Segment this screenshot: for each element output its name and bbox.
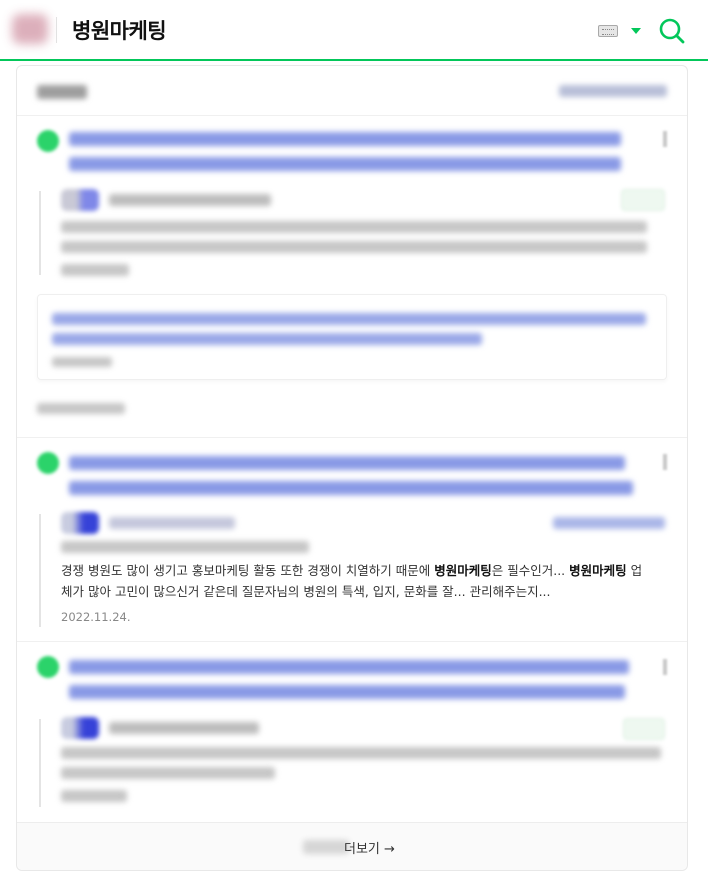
keyboard-icon[interactable]: [598, 25, 618, 37]
date-blurred: [61, 264, 129, 276]
avatar[interactable]: [61, 717, 99, 739]
more-options-icon[interactable]: [663, 131, 667, 147]
header-divider: [56, 17, 57, 43]
site-logo[interactable]: [12, 14, 48, 44]
result-snippet: 경쟁 병원도 많이 생기고 홍보마케팅 활동 또한 경쟁이 치열하기 때문에 병…: [61, 563, 643, 599]
author-meta-blurred[interactable]: [109, 194, 271, 206]
result-icon: [37, 452, 59, 474]
related-answer-box: [37, 294, 667, 380]
more-prefix-blurred: [303, 840, 349, 854]
result-title-blurred[interactable]: [69, 481, 633, 495]
related-date-blurred: [52, 357, 112, 367]
results-card: 경쟁 병원도 많이 생기고 홍보마케팅 활동 또한 경쟁이 치열하기 때문에 병…: [16, 65, 688, 871]
meta-link-blurred[interactable]: [553, 517, 665, 529]
date-blurred: [61, 790, 127, 802]
search-icon[interactable]: [658, 17, 686, 45]
snippet-blurred: [61, 221, 647, 233]
snippet-blurred: [61, 241, 647, 253]
more-options-icon[interactable]: [663, 454, 667, 470]
quote-bar: [39, 719, 41, 807]
status-badge: [621, 189, 665, 211]
author-meta-blurred[interactable]: [109, 517, 235, 529]
related-title-blurred[interactable]: [52, 313, 646, 325]
status-badge: [623, 718, 665, 740]
result-title-blurred[interactable]: [69, 685, 625, 699]
result-item: [17, 642, 687, 824]
avatar[interactable]: [61, 512, 99, 534]
result-footer-blurred: [37, 403, 125, 414]
author-meta-blurred[interactable]: [109, 722, 259, 734]
caret-down-icon[interactable]: [631, 28, 641, 34]
result-item: 경쟁 병원도 많이 생기고 홍보마케팅 활동 또한 경쟁이 치열하기 때문에 병…: [17, 438, 687, 642]
related-title-blurred[interactable]: [52, 333, 482, 345]
search-header: 병원마케팅: [0, 0, 708, 61]
snippet-blurred: [61, 747, 661, 759]
result-title-blurred[interactable]: [69, 660, 629, 674]
quote-bar: [39, 191, 41, 275]
result-title-blurred[interactable]: [69, 132, 621, 146]
search-query[interactable]: 병원마케팅: [72, 15, 167, 45]
more-results-button[interactable]: 더보기 →: [344, 838, 395, 857]
snippet-blurred: [61, 767, 275, 779]
more-results-bar[interactable]: 더보기 →: [17, 822, 687, 870]
section-header: [17, 66, 687, 116]
avatar[interactable]: [61, 189, 99, 211]
question-meta-blurred: [61, 541, 309, 553]
result-icon: [37, 130, 59, 152]
section-title-blurred: [37, 85, 87, 99]
sort-option-blurred[interactable]: [559, 85, 667, 97]
more-options-icon[interactable]: [663, 659, 667, 675]
quote-bar: [39, 514, 41, 627]
result-title-blurred[interactable]: [69, 456, 625, 470]
result-title-blurred[interactable]: [69, 157, 621, 171]
result-icon: [37, 656, 59, 678]
result-item: [17, 117, 687, 438]
result-date: 2022.11.24.: [61, 610, 131, 624]
